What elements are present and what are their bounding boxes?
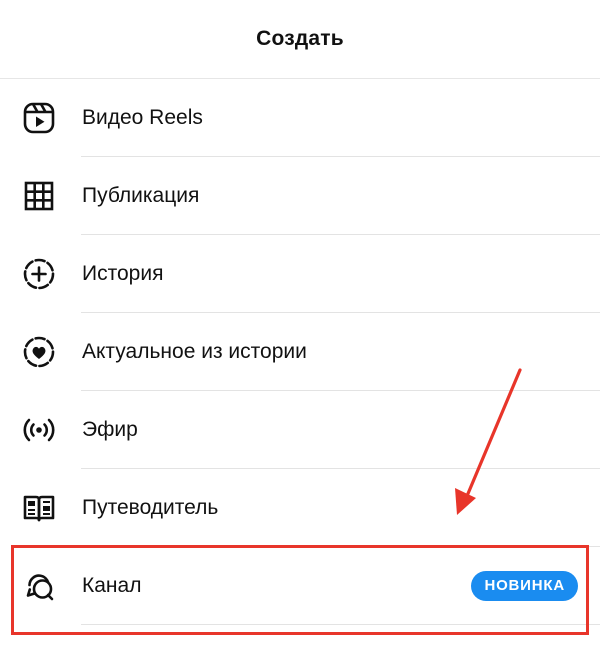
grid-icon (20, 177, 58, 215)
story-add-icon (20, 255, 58, 293)
sheet-header: Создать (0, 0, 600, 79)
create-sheet: Создать Видео Reels Публикация История А… (0, 0, 600, 657)
menu-item-label: История (82, 262, 164, 285)
menu-item-reels[interactable]: Видео Reels (0, 79, 600, 157)
menu-item-label: Эфир (82, 418, 138, 441)
menu-item-label: Публикация (82, 184, 200, 207)
menu-item-label: Канал (82, 574, 142, 597)
menu-item-highlights[interactable]: Актуальное из истории (0, 313, 600, 391)
menu-item-post[interactable]: Публикация (0, 157, 600, 235)
create-menu: Видео Reels Публикация История Актуально… (0, 79, 600, 625)
menu-item-label: Видео Reels (82, 106, 203, 129)
highlight-heart-icon (20, 333, 58, 371)
live-broadcast-icon (20, 411, 58, 449)
menu-item-label: Путеводитель (82, 496, 219, 519)
menu-item-label: Актуальное из истории (82, 340, 307, 363)
guide-book-icon (20, 489, 58, 527)
reels-icon (20, 99, 58, 137)
menu-item-guide[interactable]: Путеводитель (0, 469, 600, 547)
menu-item-story[interactable]: История (0, 235, 600, 313)
menu-item-channel[interactable]: Канал НОВИНКА (0, 547, 600, 625)
menu-item-live[interactable]: Эфир (0, 391, 600, 469)
channel-chat-icon (20, 567, 58, 605)
new-badge: НОВИНКА (471, 571, 578, 601)
sheet-title: Создать (256, 27, 344, 50)
